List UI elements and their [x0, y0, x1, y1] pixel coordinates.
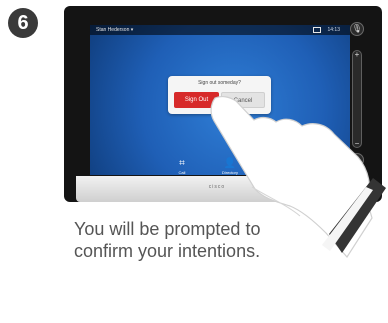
sign-out-dialog: Sign out someday? Sign Out Cancel [168, 76, 271, 114]
status-right: 14:13 [313, 25, 340, 35]
volume-slider[interactable]: + − [352, 50, 362, 148]
dialog-title: Sign out someday? [198, 80, 241, 86]
cancel-button[interactable]: Cancel [221, 92, 265, 108]
home-icon: ◐ [354, 155, 360, 164]
camera-icon [313, 27, 322, 33]
mic-icon: 🎙 [351, 24, 363, 33]
bottom-toolbar: ⌗ Call 👤 Directory ☰ Contacts list [168, 150, 342, 175]
status-bar: Stan Hederson ▾ 14:13 [90, 25, 350, 35]
sign-out-button[interactable]: Sign Out [174, 92, 219, 108]
directory-label: Directory [221, 170, 238, 175]
contacts-icon: ☰ [273, 158, 283, 169]
mute-mic-button[interactable]: 🎙 [350, 22, 364, 36]
call-label: Call [178, 170, 186, 175]
right-control-rail: 🎙 + − ◐ [348, 22, 366, 167]
step-number-badge: 6 [8, 8, 38, 38]
clock: 14:13 [327, 27, 340, 33]
keypad-icon: ⌗ [179, 158, 185, 169]
call-button[interactable]: ⌗ Call [168, 158, 196, 175]
instruction-text: You will be prompted to confirm your int… [74, 219, 261, 261]
person-icon: 👤 [223, 158, 237, 169]
directory-button[interactable]: 👤 Directory [216, 158, 244, 175]
device-screen: Stan Hederson ▾ 14:13 Sign out someday? … [90, 25, 350, 175]
home-button[interactable]: ◐ [350, 153, 364, 167]
brand-logo: cisco [208, 184, 226, 190]
contacts-button[interactable]: ☰ Contacts list [264, 158, 292, 175]
contacts-label: Contacts list [267, 170, 289, 175]
user-label[interactable]: Stan Hederson ▾ [96, 25, 133, 35]
volume-plus-icon[interactable]: + [353, 50, 361, 59]
volume-minus-icon[interactable]: − [353, 139, 361, 148]
device-bottom-bezel: cisco [76, 176, 358, 202]
